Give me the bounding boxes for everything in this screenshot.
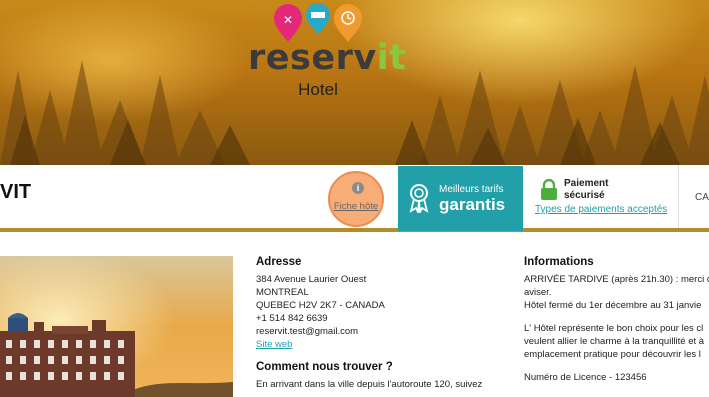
directions-text: En arrivant dans la ville depuis l'autor… xyxy=(256,379,483,390)
address-column: Adresse 384 Avenue Laurier Ouest MONTREA… xyxy=(256,256,506,391)
directions-heading: Comment nous trouver ? xyxy=(256,361,393,373)
logo-wordmark: reservit xyxy=(248,38,407,78)
payment-types-link[interactable]: Types de paiements acceptés xyxy=(535,204,667,215)
svg-text:✕: ✕ xyxy=(283,13,293,27)
address-phone[interactable]: +1 514 842 6639 xyxy=(256,312,506,325)
address-line: 384 Avenue Laurier Ouest xyxy=(256,274,367,285)
info-line: aviser. xyxy=(524,287,552,298)
informations-column: Informations ARRIVÉE TARDIVE (après 21h.… xyxy=(524,256,709,384)
address-city: MONTREAL xyxy=(256,287,309,298)
best-rates-badge: Meilleurs tarifs garantis xyxy=(398,166,523,231)
fiche-hote-button[interactable]: i Fiche hôte xyxy=(328,171,384,227)
info-line: Hôtel fermé du 1er décembre au 31 janvie xyxy=(524,300,702,311)
bar-divider xyxy=(678,165,679,228)
reservit-logo[interactable]: ✕ reservit Hotel xyxy=(248,2,407,102)
info-paragraph-line: L' Hôtel représente le bon choix pour le… xyxy=(524,323,704,334)
hotel-photo xyxy=(0,256,233,397)
info-icon: i xyxy=(352,182,364,194)
medal-icon xyxy=(409,184,429,213)
address-region: QUEBEC H2V 2K7 - CANADA xyxy=(256,300,385,311)
hero-banner: ✕ reservit Hotel xyxy=(0,0,709,165)
best-rates-big-text: garantis xyxy=(439,195,506,214)
hotel-info-bar: VIT i Fiche hôte Meilleurs tarifs garant… xyxy=(0,165,709,232)
cart-label[interactable]: CA xyxy=(695,192,709,203)
info-paragraph-line: emplacement pratique pour découvrir les … xyxy=(524,349,701,360)
best-rates-small-text: Meilleurs tarifs xyxy=(439,184,504,195)
info-paragraph-line: veulent allier le charme à la tranquilli… xyxy=(524,336,705,347)
website-link[interactable]: Site web xyxy=(256,339,292,350)
address-heading: Adresse xyxy=(256,256,302,268)
info-line: ARRIVÉE TARDIVE (après 21h.30) : merci c xyxy=(524,274,709,285)
fiche-hote-label: Fiche hôte xyxy=(333,201,379,212)
hotel-name-title: VIT xyxy=(0,181,32,203)
secure-payment-title: Paiement sécurisé xyxy=(564,178,609,201)
secure-payment-block: Paiement sécurisé Types de paiements acc… xyxy=(530,175,678,225)
lock-icon xyxy=(541,179,557,200)
informations-heading: Informations xyxy=(524,256,594,268)
logo-subtitle: Hotel xyxy=(298,80,338,99)
address-email[interactable]: reservit.test@gmail.com xyxy=(256,325,506,338)
licence-number: Numéro de Licence - 123456 xyxy=(524,372,647,383)
